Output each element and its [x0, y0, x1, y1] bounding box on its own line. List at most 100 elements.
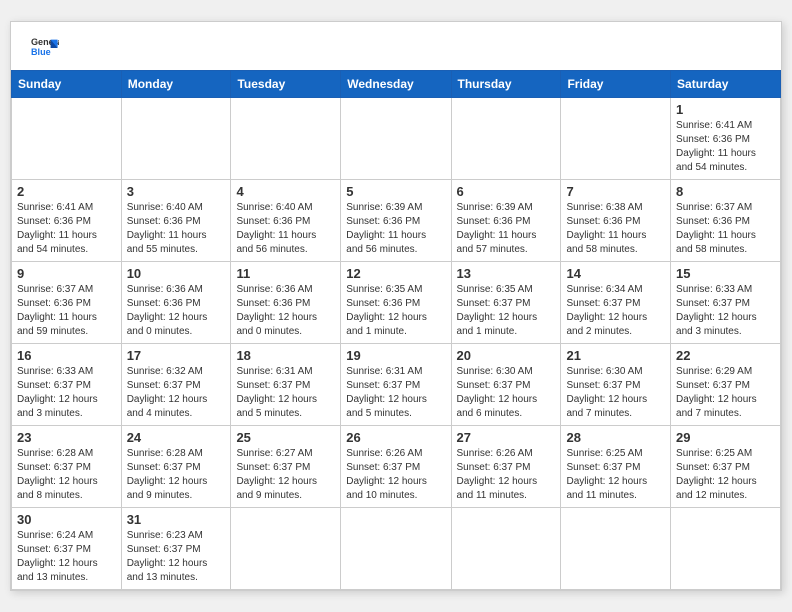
day-number: 5 [346, 184, 445, 199]
weekday-header-row: SundayMondayTuesdayWednesdayThursdayFrid… [12, 71, 781, 98]
day-info: Sunrise: 6:35 AM Sunset: 6:36 PM Dayligh… [346, 284, 427, 337]
day-number: 26 [346, 430, 445, 445]
weekday-monday: Monday [121, 71, 231, 98]
day-cell: 13 Sunrise: 6:35 AM Sunset: 6:37 PM Dayli… [451, 262, 561, 344]
day-number: 23 [17, 430, 116, 445]
day-cell: 17 Sunrise: 6:32 AM Sunset: 6:37 PM Dayli… [121, 344, 231, 426]
day-cell: 20 Sunrise: 6:30 AM Sunset: 6:37 PM Dayli… [451, 344, 561, 426]
day-info: Sunrise: 6:33 AM Sunset: 6:37 PM Dayligh… [676, 284, 757, 337]
day-cell: 4Sunrise: 6:40 AM Sunset: 6:36 PM Daylig… [231, 180, 341, 262]
day-cell: 19 Sunrise: 6:31 AM Sunset: 6:37 PM Dayli… [341, 344, 451, 426]
day-info: Sunrise: 6:27 AM Sunset: 6:37 PM Dayligh… [236, 448, 317, 501]
day-cell: 9Sunrise: 6:37 AM Sunset: 6:36 PM Daylig… [12, 262, 122, 344]
day-cell: 21Sunrise: 6:30 AM Sunset: 6:37 PM Dayli… [561, 344, 671, 426]
day-info: Sunrise: 6:39 AM Sunset: 6:36 PM Dayligh… [346, 202, 426, 255]
weekday-tuesday: Tuesday [231, 71, 341, 98]
day-info: Sunrise: 6:39 AM Sunset: 6:36 PM Dayligh… [457, 202, 537, 255]
day-info: Sunrise: 6:41 AM Sunset: 6:36 PM Dayligh… [17, 202, 97, 255]
day-number: 13 [457, 266, 556, 281]
calendar-container: General Blue SundayMondayTuesdayWednesda… [10, 21, 782, 591]
day-cell [231, 508, 341, 590]
day-number: 10 [127, 266, 226, 281]
day-number: 12 [346, 266, 445, 281]
day-cell: 15 Sunrise: 6:33 AM Sunset: 6:37 PM Dayli… [671, 262, 781, 344]
day-number: 17 [127, 348, 226, 363]
day-cell: 8Sunrise: 6:37 AM Sunset: 6:36 PM Daylig… [671, 180, 781, 262]
day-cell: 1Sunrise: 6:41 AM Sunset: 6:36 PM Daylig… [671, 98, 781, 180]
day-cell [341, 508, 451, 590]
day-info: Sunrise: 6:33 AM Sunset: 6:37 PM Dayligh… [17, 366, 98, 419]
day-info: Sunrise: 6:25 AM Sunset: 6:37 PM Dayligh… [676, 448, 757, 501]
day-info: Sunrise: 6:30 AM Sunset: 6:37 PM Dayligh… [566, 366, 647, 419]
day-cell: 31Sunrise: 6:23 AM Sunset: 6:37 PM Dayli… [121, 508, 231, 590]
day-info: Sunrise: 6:35 AM Sunset: 6:37 PM Dayligh… [457, 284, 538, 337]
day-cell [341, 98, 451, 180]
day-number: 28 [566, 430, 665, 445]
day-info: Sunrise: 6:31 AM Sunset: 6:37 PM Dayligh… [236, 366, 317, 419]
day-number: 30 [17, 512, 116, 527]
day-info: Sunrise: 6:34 AM Sunset: 6:37 PM Dayligh… [566, 284, 647, 337]
day-cell [451, 98, 561, 180]
day-cell: 18 Sunrise: 6:31 AM Sunset: 6:37 PM Dayli… [231, 344, 341, 426]
day-number: 16 [17, 348, 116, 363]
day-cell: 5 Sunrise: 6:39 AM Sunset: 6:36 PM Daylig… [341, 180, 451, 262]
day-cell: 23 Sunrise: 6:28 AM Sunset: 6:37 PM Dayli… [12, 426, 122, 508]
day-info: Sunrise: 6:28 AM Sunset: 6:37 PM Dayligh… [17, 448, 98, 501]
day-cell [12, 98, 122, 180]
day-cell: 16 Sunrise: 6:33 AM Sunset: 6:37 PM Dayli… [12, 344, 122, 426]
day-info: Sunrise: 6:36 AM Sunset: 6:36 PM Dayligh… [127, 284, 208, 337]
day-cell: 25 Sunrise: 6:27 AM Sunset: 6:37 PM Dayli… [231, 426, 341, 508]
calendar-header: General Blue [11, 22, 781, 70]
day-number: 31 [127, 512, 226, 527]
day-number: 8 [676, 184, 775, 199]
day-info: Sunrise: 6:40 AM Sunset: 6:36 PM Dayligh… [236, 202, 316, 255]
day-info: Sunrise: 6:32 AM Sunset: 6:37 PM Dayligh… [127, 366, 208, 419]
day-info: Sunrise: 6:31 AM Sunset: 6:37 PM Dayligh… [346, 366, 427, 419]
day-cell: 27 Sunrise: 6:26 AM Sunset: 6:37 PM Dayli… [451, 426, 561, 508]
day-number: 24 [127, 430, 226, 445]
day-number: 1 [676, 102, 775, 117]
day-cell: 6 Sunrise: 6:39 AM Sunset: 6:36 PM Daylig… [451, 180, 561, 262]
day-cell [451, 508, 561, 590]
day-cell: 7Sunrise: 6:38 AM Sunset: 6:36 PM Daylig… [561, 180, 671, 262]
week-row-2: 2Sunrise: 6:41 AM Sunset: 6:36 PM Daylig… [12, 180, 781, 262]
day-number: 25 [236, 430, 335, 445]
week-row-6: 30 Sunrise: 6:24 AM Sunset: 6:37 PM Dayli… [12, 508, 781, 590]
week-row-1: 1Sunrise: 6:41 AM Sunset: 6:36 PM Daylig… [12, 98, 781, 180]
day-cell [561, 508, 671, 590]
day-info: Sunrise: 6:37 AM Sunset: 6:36 PM Dayligh… [17, 284, 97, 337]
day-number: 11 [236, 266, 335, 281]
day-number: 19 [346, 348, 445, 363]
day-cell: 14 Sunrise: 6:34 AM Sunset: 6:37 PM Dayli… [561, 262, 671, 344]
day-number: 14 [566, 266, 665, 281]
day-info: Sunrise: 6:29 AM Sunset: 6:37 PM Dayligh… [676, 366, 757, 419]
day-number: 6 [457, 184, 556, 199]
logo: General Blue [31, 34, 59, 62]
day-info: Sunrise: 6:26 AM Sunset: 6:37 PM Dayligh… [457, 448, 538, 501]
day-number: 20 [457, 348, 556, 363]
weekday-thursday: Thursday [451, 71, 561, 98]
day-cell: 26Sunrise: 6:26 AM Sunset: 6:37 PM Dayli… [341, 426, 451, 508]
calendar-table: SundayMondayTuesdayWednesdayThursdayFrid… [11, 70, 781, 590]
week-row-3: 9Sunrise: 6:37 AM Sunset: 6:36 PM Daylig… [12, 262, 781, 344]
day-cell [561, 98, 671, 180]
week-row-4: 16 Sunrise: 6:33 AM Sunset: 6:37 PM Dayli… [12, 344, 781, 426]
day-cell: 22Sunrise: 6:29 AM Sunset: 6:37 PM Dayli… [671, 344, 781, 426]
logo-icon: General Blue [31, 34, 59, 62]
day-cell [121, 98, 231, 180]
week-row-5: 23 Sunrise: 6:28 AM Sunset: 6:37 PM Dayli… [12, 426, 781, 508]
day-cell: 30 Sunrise: 6:24 AM Sunset: 6:37 PM Dayli… [12, 508, 122, 590]
day-info: Sunrise: 6:36 AM Sunset: 6:36 PM Dayligh… [236, 284, 317, 337]
day-number: 27 [457, 430, 556, 445]
day-info: Sunrise: 6:30 AM Sunset: 6:37 PM Dayligh… [457, 366, 538, 419]
weekday-wednesday: Wednesday [341, 71, 451, 98]
day-info: Sunrise: 6:25 AM Sunset: 6:37 PM Dayligh… [566, 448, 647, 501]
weekday-saturday: Saturday [671, 71, 781, 98]
weekday-sunday: Sunday [12, 71, 122, 98]
day-cell: 28 Sunrise: 6:25 AM Sunset: 6:37 PM Dayli… [561, 426, 671, 508]
day-info: Sunrise: 6:24 AM Sunset: 6:37 PM Dayligh… [17, 530, 98, 583]
day-info: Sunrise: 6:38 AM Sunset: 6:36 PM Dayligh… [566, 202, 646, 255]
day-number: 18 [236, 348, 335, 363]
day-number: 15 [676, 266, 775, 281]
day-cell: 2Sunrise: 6:41 AM Sunset: 6:36 PM Daylig… [12, 180, 122, 262]
